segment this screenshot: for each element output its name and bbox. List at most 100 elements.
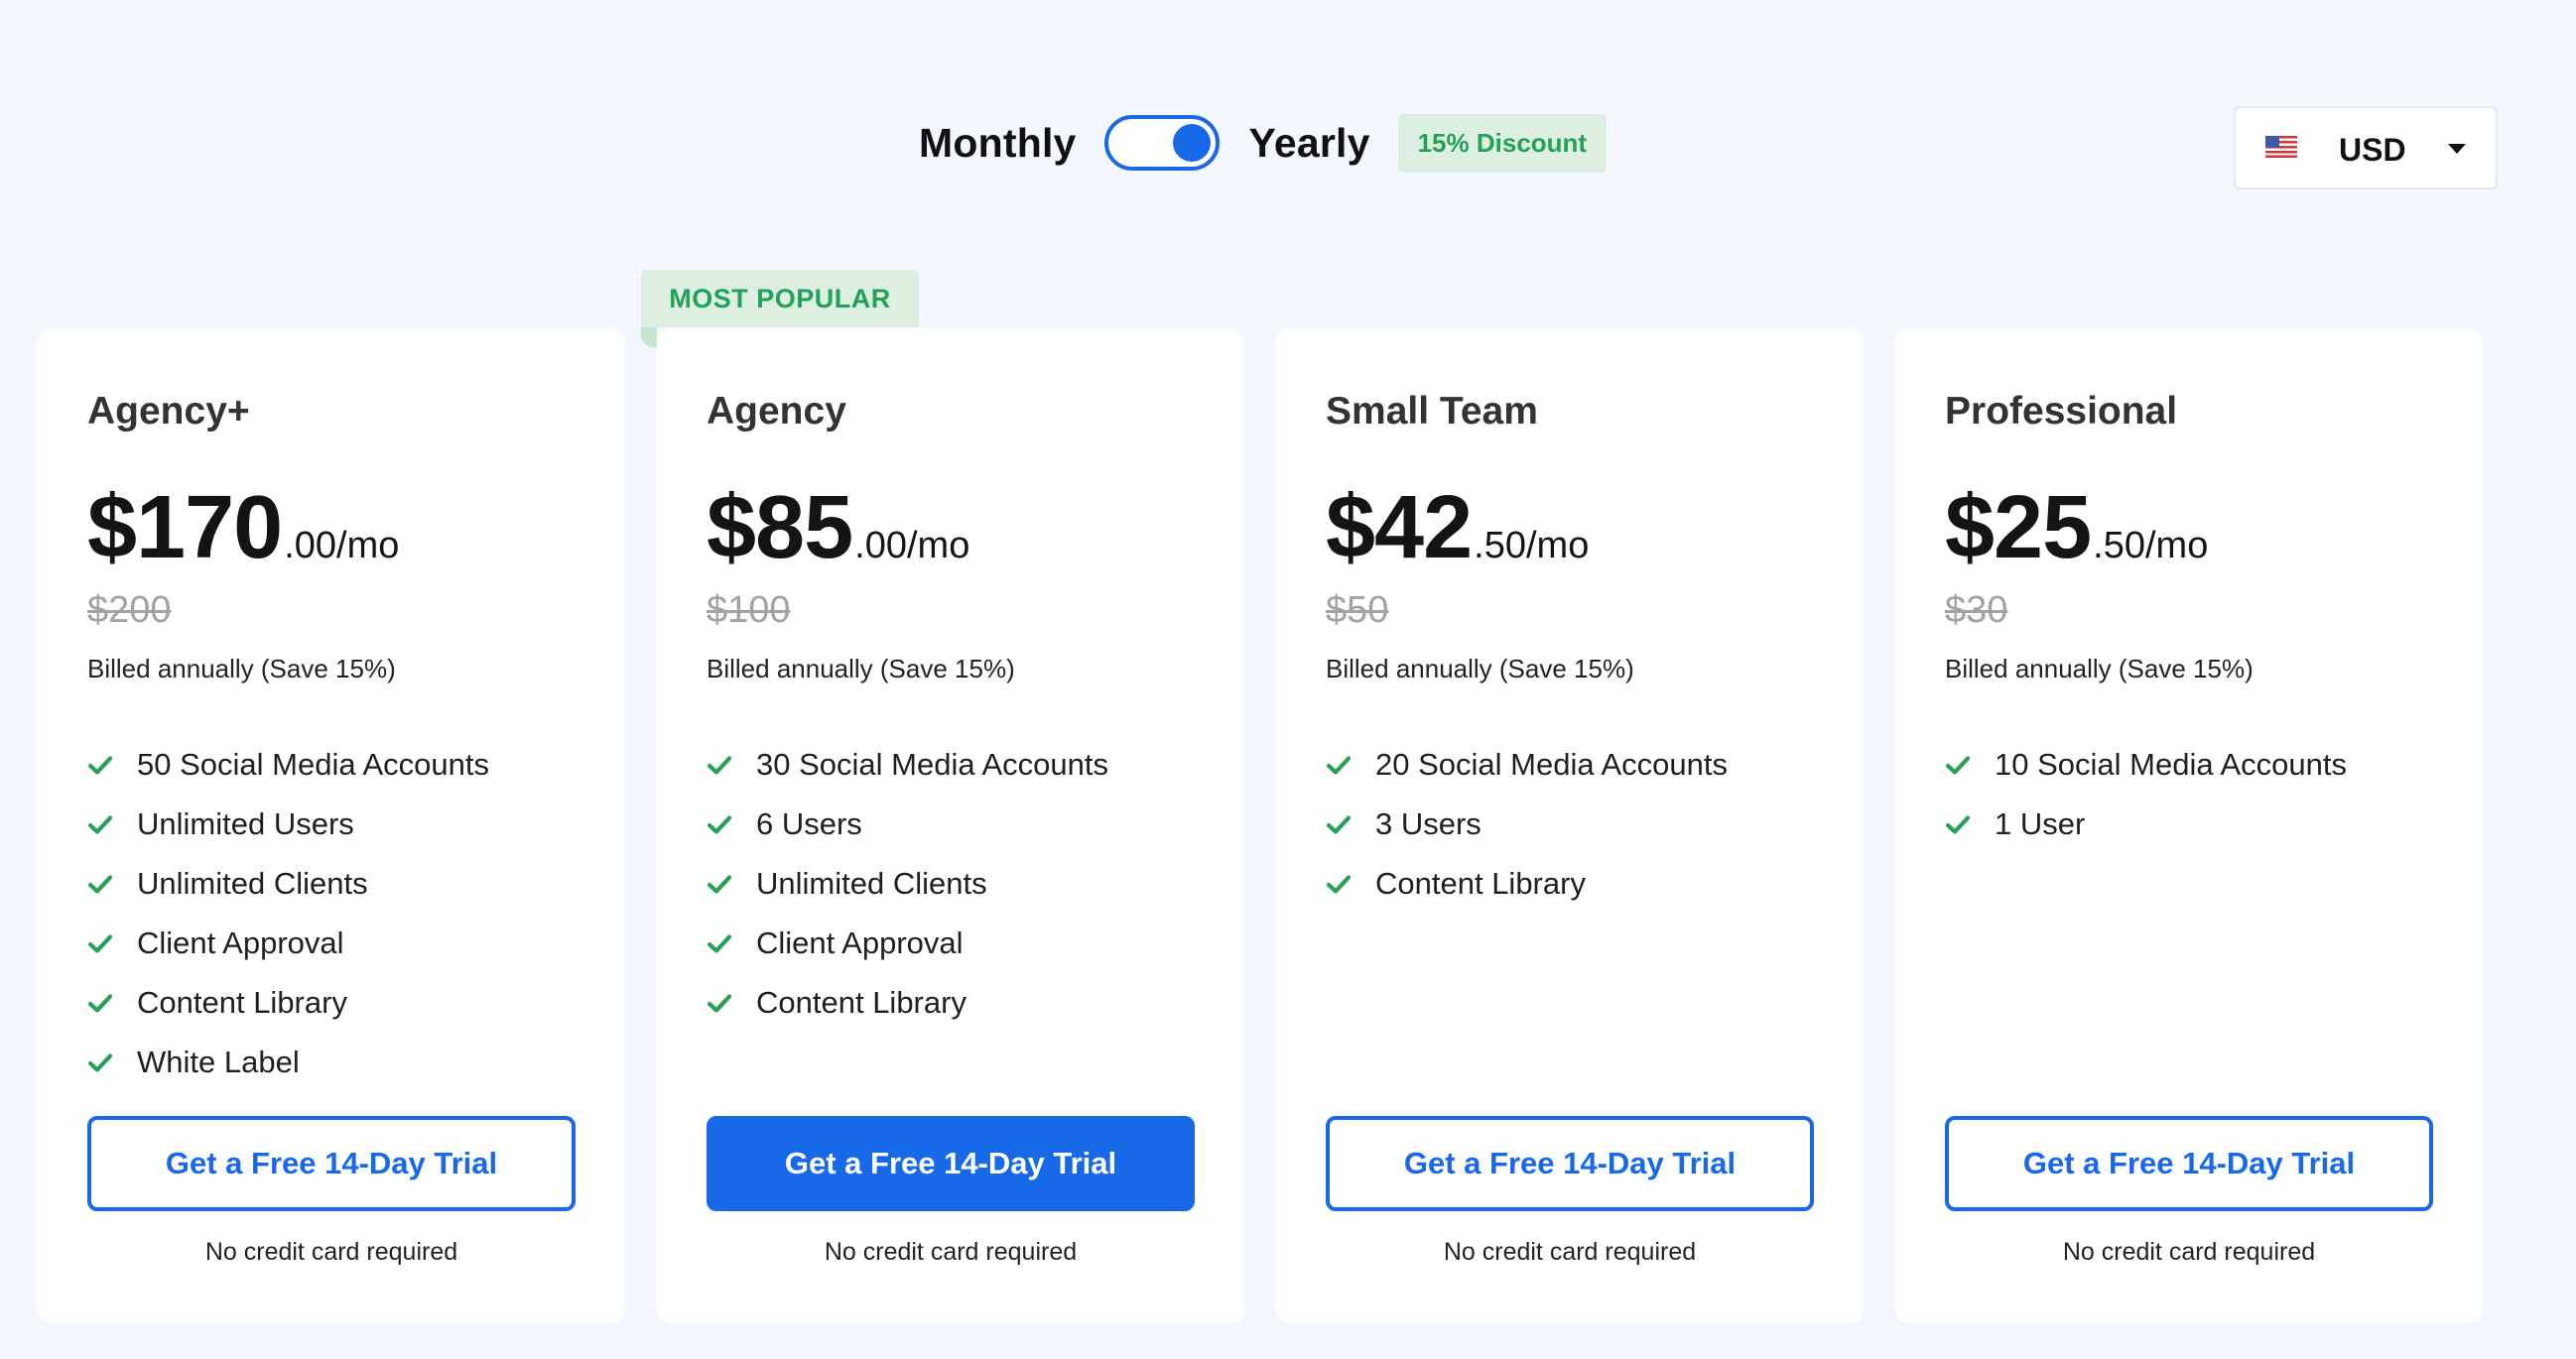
feature-label: 6 Users <box>756 806 862 841</box>
free-trial-button[interactable]: Get a Free 14-Day Trial <box>87 1116 576 1211</box>
feature-label: Unlimited Clients <box>137 866 368 901</box>
feature-item: 20 Social Media Accounts <box>1326 735 1728 795</box>
billing-note: Billed annually (Save 15%) <box>707 654 1015 683</box>
billing-note: Billed annually (Save 15%) <box>1326 654 1634 683</box>
check-icon <box>707 994 732 1013</box>
free-trial-button[interactable]: Get a Free 14-Day Trial <box>1326 1116 1814 1211</box>
monthly-label[interactable]: Monthly <box>919 120 1077 167</box>
feature-list: 20 Social Media Accounts 3 Users Content L… <box>1326 735 1728 914</box>
check-icon <box>87 1053 113 1072</box>
price: $170.00/mo <box>87 477 399 579</box>
feature-list: 50 Social Media Accounts Unlimited Users U… <box>87 735 489 1092</box>
feature-item: Content Library <box>87 973 489 1033</box>
price-cents-period: .50/mo <box>1474 525 1590 566</box>
feature-item: Client Approval <box>707 914 1108 973</box>
check-icon <box>1326 756 1352 775</box>
price-cents-period: .50/mo <box>2093 525 2209 566</box>
feature-item: 30 Social Media Accounts <box>707 735 1108 795</box>
most-popular-badge: MOST POPULAR <box>641 270 919 327</box>
check-icon <box>87 756 113 775</box>
check-icon <box>1945 815 1971 834</box>
currency-select[interactable]: USD <box>2234 106 2498 189</box>
check-icon <box>707 815 732 834</box>
feature-label: 1 User <box>1995 806 2086 841</box>
feature-label: 50 Social Media Accounts <box>137 747 489 782</box>
feature-item: 50 Social Media Accounts <box>87 735 489 795</box>
plan-card-agency-plus: Agency+ $170.00/mo $200 Billed annually (Sa… <box>38 328 625 1323</box>
currency-value: USD <box>2339 132 2406 168</box>
check-icon <box>1326 815 1352 834</box>
original-price: $30 <box>1945 589 2008 631</box>
no-credit-card-note: No credit card required <box>1443 1238 1697 1266</box>
feature-label: 3 Users <box>1375 806 1481 841</box>
switch-knob <box>1172 124 1211 162</box>
plan-name: Professional <box>1945 390 2178 432</box>
check-icon <box>87 934 113 953</box>
feature-label: White Label <box>137 1045 300 1079</box>
chevron-down-icon <box>2448 144 2466 154</box>
check-icon <box>707 934 732 953</box>
price-amount: $170 <box>87 478 283 577</box>
feature-label: 10 Social Media Accounts <box>1995 747 2347 782</box>
check-icon <box>707 875 732 894</box>
feature-item: White Label <box>87 1033 489 1092</box>
original-price: $50 <box>1326 589 1389 631</box>
check-icon <box>1326 875 1352 894</box>
feature-label: Client Approval <box>137 926 344 960</box>
feature-label: Content Library <box>756 985 966 1020</box>
no-credit-card-note: No credit card required <box>204 1238 458 1266</box>
price: $25.50/mo <box>1945 477 2208 579</box>
free-trial-button[interactable]: Get a Free 14-Day Trial <box>1945 1116 2433 1211</box>
feature-list: 10 Social Media Accounts 1 User <box>1945 735 2347 854</box>
ribbon-fold <box>641 327 657 347</box>
plan-name: Small Team <box>1326 390 1538 432</box>
discount-badge: 15% Discount <box>1397 113 1608 173</box>
check-icon <box>87 875 113 894</box>
no-credit-card-note: No credit card required <box>824 1238 1078 1266</box>
feature-item: Content Library <box>1326 854 1728 914</box>
feature-item: Unlimited Clients <box>87 854 489 914</box>
price: $85.00/mo <box>707 477 969 579</box>
feature-list: 30 Social Media Accounts 6 Users Unlimited… <box>707 735 1108 1033</box>
check-icon <box>707 756 732 775</box>
yearly-label[interactable]: Yearly <box>1249 120 1370 167</box>
price: $42.50/mo <box>1326 477 1589 579</box>
price-amount: $85 <box>707 478 853 577</box>
feature-label: Client Approval <box>756 926 964 960</box>
feature-item: 1 User <box>1945 795 2347 854</box>
feature-item: 6 Users <box>707 795 1108 854</box>
feature-label: Unlimited Clients <box>756 866 987 901</box>
check-icon <box>1945 756 1971 775</box>
feature-label: 30 Social Media Accounts <box>756 747 1108 782</box>
plan-card-professional: Professional $25.50/mo $30 Billed annually … <box>1895 328 2483 1323</box>
price-cents-period: .00/mo <box>854 525 970 566</box>
feature-label: Unlimited Users <box>137 806 354 841</box>
feature-label: Content Library <box>1375 866 1586 901</box>
free-trial-button[interactable]: Get a Free 14-Day Trial <box>707 1116 1195 1211</box>
plan-name: Agency+ <box>87 390 250 432</box>
plan-card-small-team: Small Team $42.50/mo $50 Billed annually (S… <box>1276 328 1864 1323</box>
feature-item: Unlimited Clients <box>707 854 1108 914</box>
billing-note: Billed annually (Save 15%) <box>1945 654 2254 683</box>
original-price: $200 <box>87 589 172 631</box>
feature-label: 20 Social Media Accounts <box>1375 747 1728 782</box>
price-amount: $42 <box>1326 478 1473 577</box>
billing-note: Billed annually (Save 15%) <box>87 654 396 683</box>
billing-period-switch[interactable] <box>1103 115 1220 171</box>
check-icon <box>87 815 113 834</box>
billing-toggle: Monthly Yearly 15% Discount <box>919 111 1608 175</box>
original-price: $100 <box>707 589 791 631</box>
feature-label: Content Library <box>137 985 347 1020</box>
feature-item: Client Approval <box>87 914 489 973</box>
check-icon <box>87 994 113 1013</box>
price-amount: $25 <box>1945 478 2092 577</box>
price-cents-period: .00/mo <box>284 525 400 566</box>
no-credit-card-note: No credit card required <box>2062 1238 2316 1266</box>
feature-item: Content Library <box>707 973 1108 1033</box>
feature-item: 10 Social Media Accounts <box>1945 735 2347 795</box>
feature-item: Unlimited Users <box>87 795 489 854</box>
plan-name: Agency <box>707 390 846 432</box>
us-flag-icon <box>2265 136 2297 158</box>
feature-item: 3 Users <box>1326 795 1728 854</box>
plan-card-agency: Agency $85.00/mo $100 Billed annually (Save… <box>657 328 1244 1323</box>
